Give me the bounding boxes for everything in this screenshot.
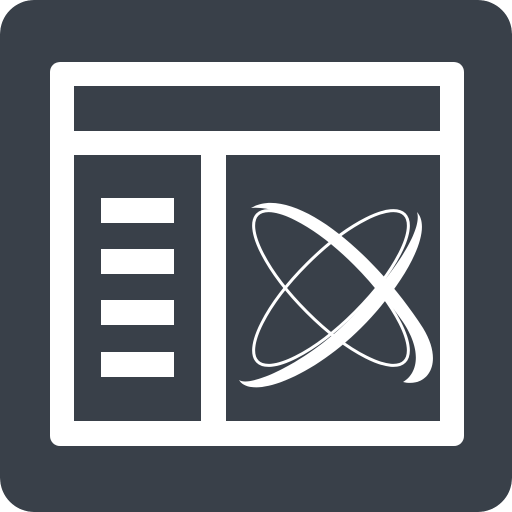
menu-line-1 [101, 198, 174, 223]
app-window-with-atom-icon [0, 0, 512, 512]
menu-line-3 [101, 300, 174, 325]
app-icon-tile [0, 0, 512, 512]
title-bar-icon [74, 86, 440, 131]
menu-line-4 [101, 352, 174, 377]
sidebar-panel-icon [74, 155, 201, 421]
menu-line-2 [101, 249, 174, 274]
